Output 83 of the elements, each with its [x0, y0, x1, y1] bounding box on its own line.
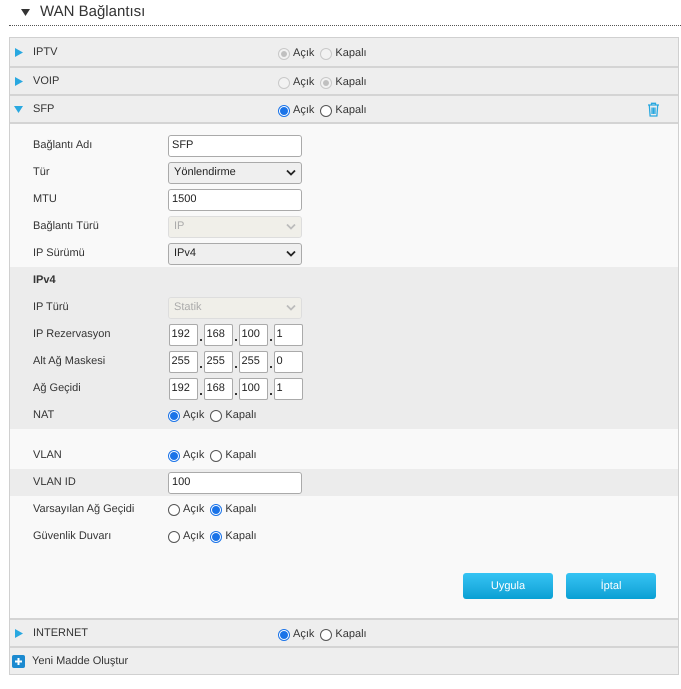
octet-field[interactable]: 1	[274, 324, 302, 346]
octet-field[interactable]: 192	[168, 324, 198, 346]
text-field[interactable]: 100	[168, 472, 302, 494]
field-label: Varsayılan Ağ Geçidi	[33, 502, 136, 518]
radio-button[interactable]	[168, 504, 180, 516]
field-label: IP Sürümü	[33, 246, 86, 262]
radio-button[interactable]	[278, 104, 290, 116]
radio-label: Açık	[183, 448, 204, 464]
chevron-down-icon	[286, 169, 296, 176]
trash-icon[interactable]	[647, 102, 660, 116]
plus-icon[interactable]	[12, 654, 25, 668]
field-label: Bağlantı Adı	[33, 138, 94, 154]
group-heading: IPv4	[33, 273, 57, 288]
octet-field[interactable]: 168	[204, 324, 232, 346]
text-field[interactable]: 1500	[168, 188, 302, 210]
connection-name[interactable]: INTERNET	[30, 624, 278, 642]
radio-button[interactable]	[168, 450, 180, 462]
dot-separator-icon	[200, 392, 202, 394]
radio-button[interactable]	[320, 104, 332, 116]
radio-label: Kapalı	[335, 75, 367, 90]
dot-separator-icon	[270, 392, 272, 394]
octet-field[interactable]: 0	[274, 350, 302, 372]
radio-button[interactable]	[210, 410, 222, 422]
field-label: Ağ Geçidi	[33, 381, 82, 396]
text-field[interactable]: SFP	[168, 134, 302, 156]
dot-separator-icon	[200, 366, 202, 368]
field-label: IP Rezervasyon	[33, 327, 112, 342]
radio-label: Açık	[183, 408, 204, 424]
field-label: NAT	[33, 408, 56, 424]
field-label: Bağlantı Türü	[33, 219, 100, 234]
field-label: Tür	[33, 165, 50, 180]
select-field[interactable]: IPv4	[168, 242, 302, 264]
radio-button[interactable]	[210, 504, 222, 516]
radio-label: Açık	[293, 627, 314, 642]
radio-label: Kapalı	[335, 46, 367, 62]
select-field: Statik	[168, 296, 302, 318]
dot-separator-icon	[270, 338, 272, 340]
radio-button[interactable]	[168, 530, 180, 542]
field-label: VLAN ID	[33, 475, 77, 490]
octet-field[interactable]: 100	[238, 378, 268, 400]
radio-label: Açık	[183, 529, 204, 544]
radio-button[interactable]	[210, 450, 222, 462]
radio-button[interactable]	[168, 410, 180, 422]
dot-separator-icon	[234, 338, 236, 340]
radio-label: Kapalı	[225, 448, 257, 464]
radio-button[interactable]	[320, 628, 332, 640]
add-item-link[interactable]: Yeni Madde Oluştur	[32, 652, 128, 670]
dot-separator-icon	[234, 366, 236, 368]
field-label: MTU	[33, 192, 58, 208]
octet-field[interactable]: 255	[168, 350, 198, 372]
octet-field[interactable]: 255	[204, 350, 232, 372]
field-label: VLAN	[33, 448, 63, 464]
dot-separator-icon	[234, 392, 236, 394]
select-field: IP	[168, 216, 302, 238]
radio-button[interactable]	[210, 530, 222, 542]
chevron-down-icon	[286, 223, 296, 230]
dot-separator-icon	[270, 366, 272, 368]
radio-label: Açık	[293, 75, 314, 90]
section-title: WAN Bağlantısı	[40, 2, 146, 22]
radio-label: Kapalı	[225, 502, 257, 518]
octet-field[interactable]: 168	[204, 378, 232, 400]
radio-label: Kapalı	[335, 103, 367, 118]
chevron-down-icon	[286, 250, 296, 257]
field-label: Güvenlik Duvarı	[33, 529, 112, 544]
dot-separator-icon	[200, 338, 202, 340]
select-field[interactable]: Yönlendirme	[168, 162, 302, 184]
field-label: IP Türü	[33, 300, 70, 316]
octet-field[interactable]: 100	[238, 324, 268, 346]
collapse-caret-icon[interactable]	[21, 8, 30, 17]
connection-name[interactable]: SFP	[30, 100, 278, 118]
octet-field[interactable]: 192	[168, 378, 198, 400]
radio-label: Kapalı	[335, 627, 367, 642]
octet-field[interactable]: 1	[274, 378, 302, 400]
chevron-down-icon	[286, 304, 296, 311]
octet-field[interactable]: 255	[238, 350, 268, 372]
radio-label: Açık	[183, 502, 204, 518]
radio-label: Açık	[293, 46, 314, 62]
radio-button[interactable]	[278, 628, 290, 640]
expand-caret-icon[interactable]	[14, 628, 23, 638]
radio-label: Açık	[293, 103, 314, 118]
radio-label: Kapalı	[225, 529, 257, 544]
radio-label: Kapalı	[225, 408, 257, 424]
field-label: Alt Ağ Maskesi	[33, 354, 106, 370]
